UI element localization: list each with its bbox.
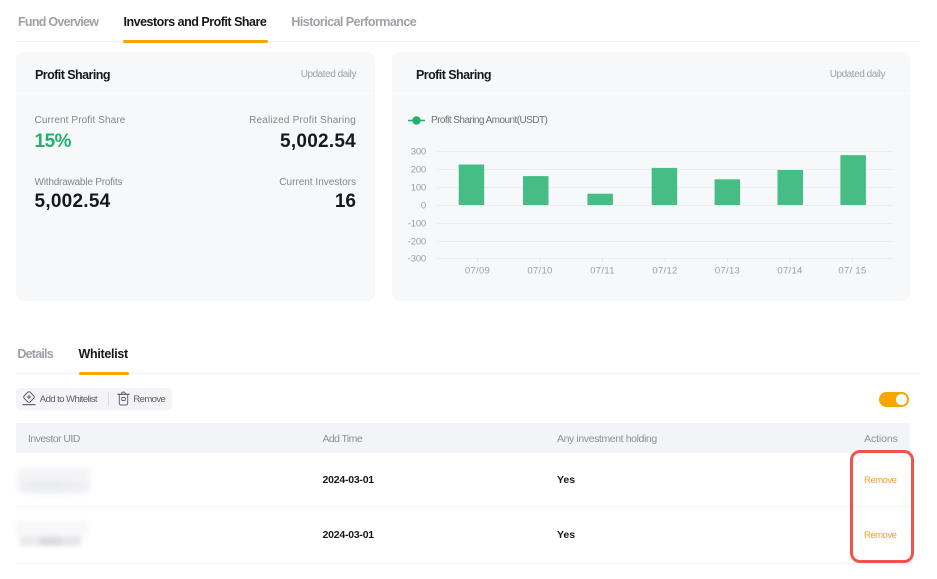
- svg-text:-100: -100: [408, 219, 426, 230]
- svg-text:07/ 15: 07/ 15: [838, 266, 866, 277]
- svg-text:200: 200: [411, 165, 426, 176]
- svg-text:100: 100: [411, 183, 426, 194]
- svg-text:07/10: 07/10: [527, 266, 552, 277]
- svg-text:-300: -300: [408, 254, 426, 265]
- svg-text:07/11: 07/11: [590, 266, 615, 277]
- svg-text:07/12: 07/12: [652, 266, 677, 277]
- svg-text:0: 0: [421, 201, 426, 212]
- svg-text:300: 300: [411, 147, 426, 158]
- svg-text:07/14: 07/14: [777, 266, 802, 277]
- svg-text:07/13: 07/13: [715, 266, 740, 277]
- svg-text:07/09: 07/09: [465, 266, 490, 277]
- svg-text:-200: -200: [408, 237, 426, 248]
